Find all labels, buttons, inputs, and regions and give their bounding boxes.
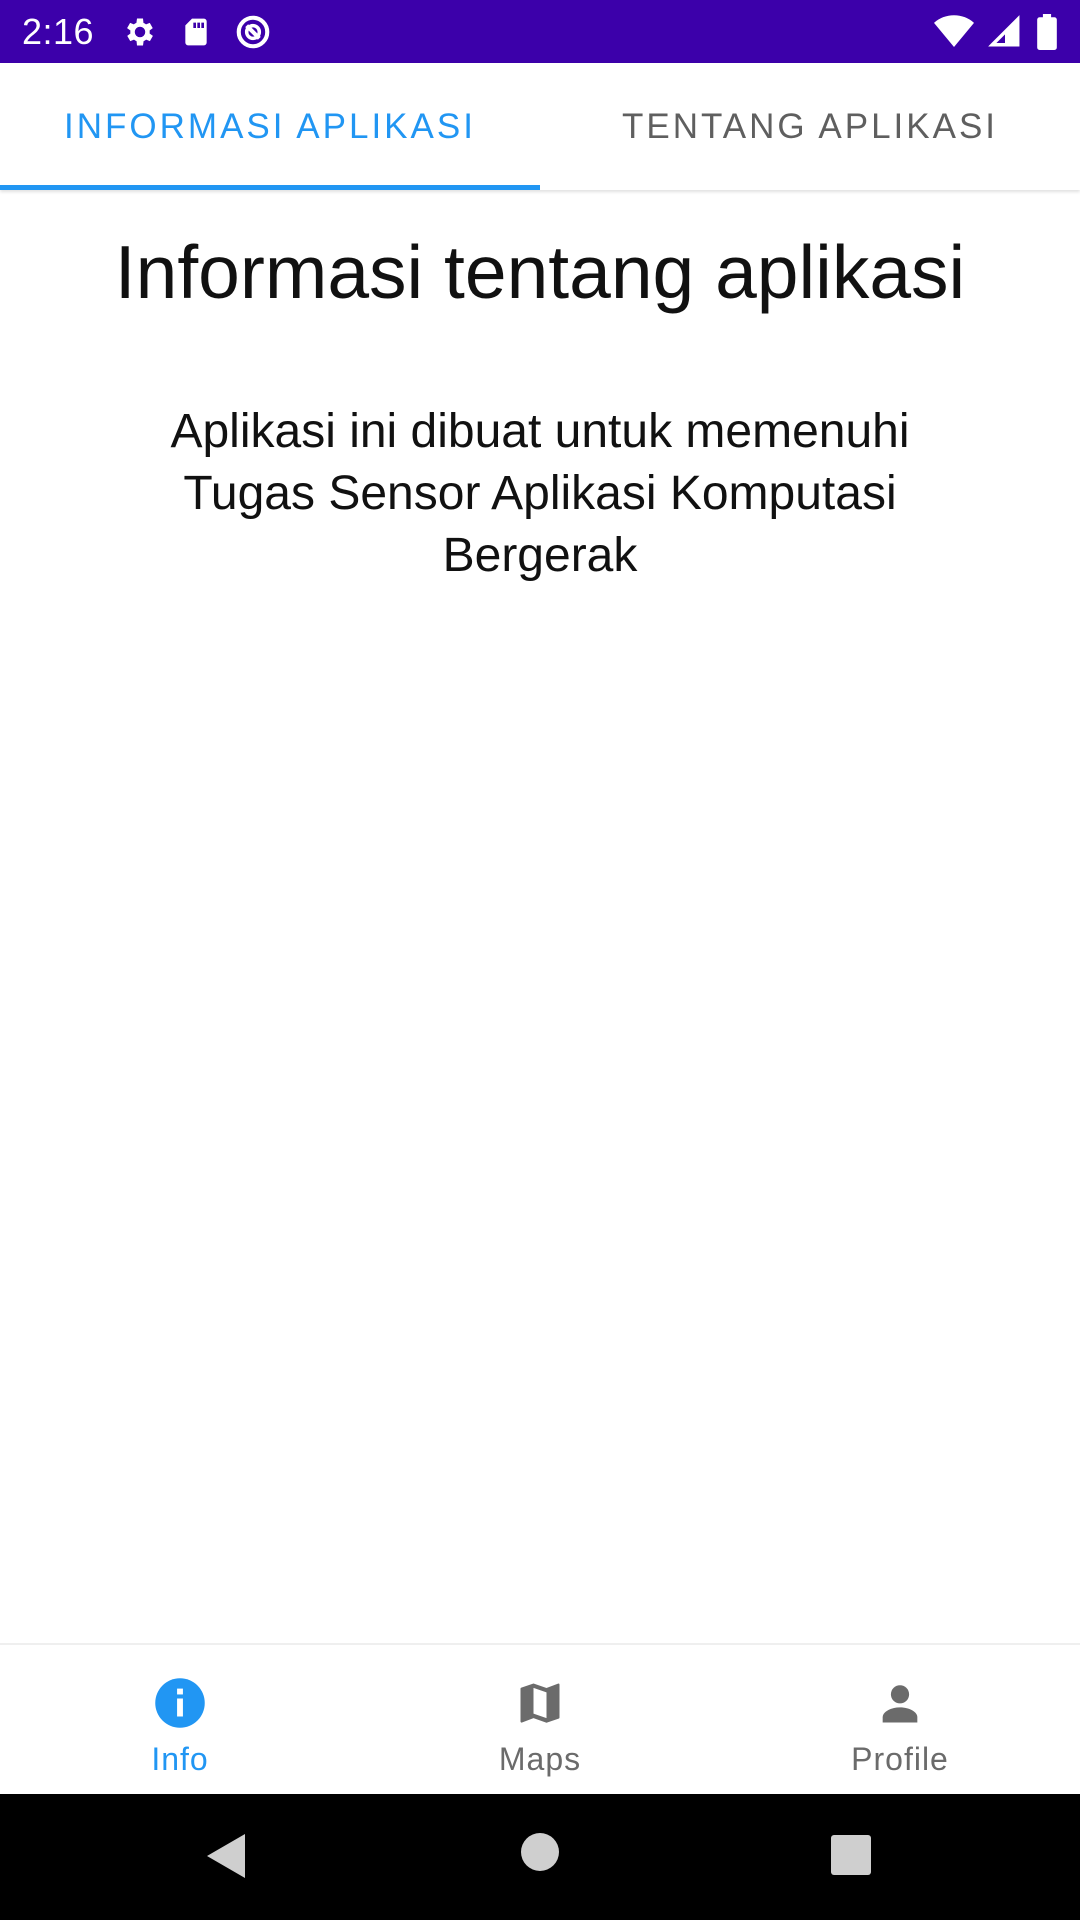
status-right-icons [934, 13, 1058, 50]
nav-item-profile[interactable]: Profile [720, 1645, 1080, 1794]
nav-label-profile: Profile [851, 1741, 949, 1777]
cell-signal-icon [988, 14, 1022, 49]
battery-icon [1036, 13, 1058, 50]
system-navigation-bar [0, 1794, 1080, 1920]
home-icon[interactable] [520, 1832, 560, 1877]
nav-label-info: Info [151, 1741, 209, 1777]
tab-tentang-aplikasi[interactable]: TENTANG APLIKASI [540, 63, 1080, 190]
back-icon[interactable] [205, 1832, 247, 1885]
main-content: Informasi tentang aplikasi Aplikasi ini … [0, 190, 1080, 587]
tab-informasi-aplikasi[interactable]: INFORMASI APLIKASI [0, 63, 540, 190]
status-left-icons [122, 13, 272, 51]
wifi-icon [934, 14, 974, 49]
app-screen: 2:16 INFORMASI APLIKASI TENTANG APLIKASI… [0, 0, 1080, 1920]
status-time: 2:16 [22, 10, 95, 52]
nav-label-maps: Maps [498, 1741, 582, 1777]
info-icon [152, 1675, 208, 1731]
gear-icon [122, 14, 158, 50]
recents-icon[interactable] [831, 1835, 871, 1880]
page-title: Informasi tentang aplikasi [114, 230, 966, 314]
nav-item-info[interactable]: Info [0, 1645, 360, 1794]
page-description: Aplikasi ini dibuat untuk memenuhi Tugas… [170, 405, 910, 582]
map-icon [512, 1675, 568, 1731]
bottom-navigation: Info Maps Profile [0, 1643, 1080, 1794]
tab-label: INFORMASI APLIKASI [64, 106, 476, 146]
sync-icon [234, 13, 272, 51]
sd-card-icon [180, 15, 212, 49]
top-tab-bar: INFORMASI APLIKASI TENTANG APLIKASI [0, 63, 1080, 190]
person-icon [872, 1675, 928, 1731]
tab-label: TENTANG APLIKASI [621, 106, 999, 146]
nav-item-maps[interactable]: Maps [360, 1645, 720, 1794]
status-bar: 2:16 [0, 0, 1080, 63]
